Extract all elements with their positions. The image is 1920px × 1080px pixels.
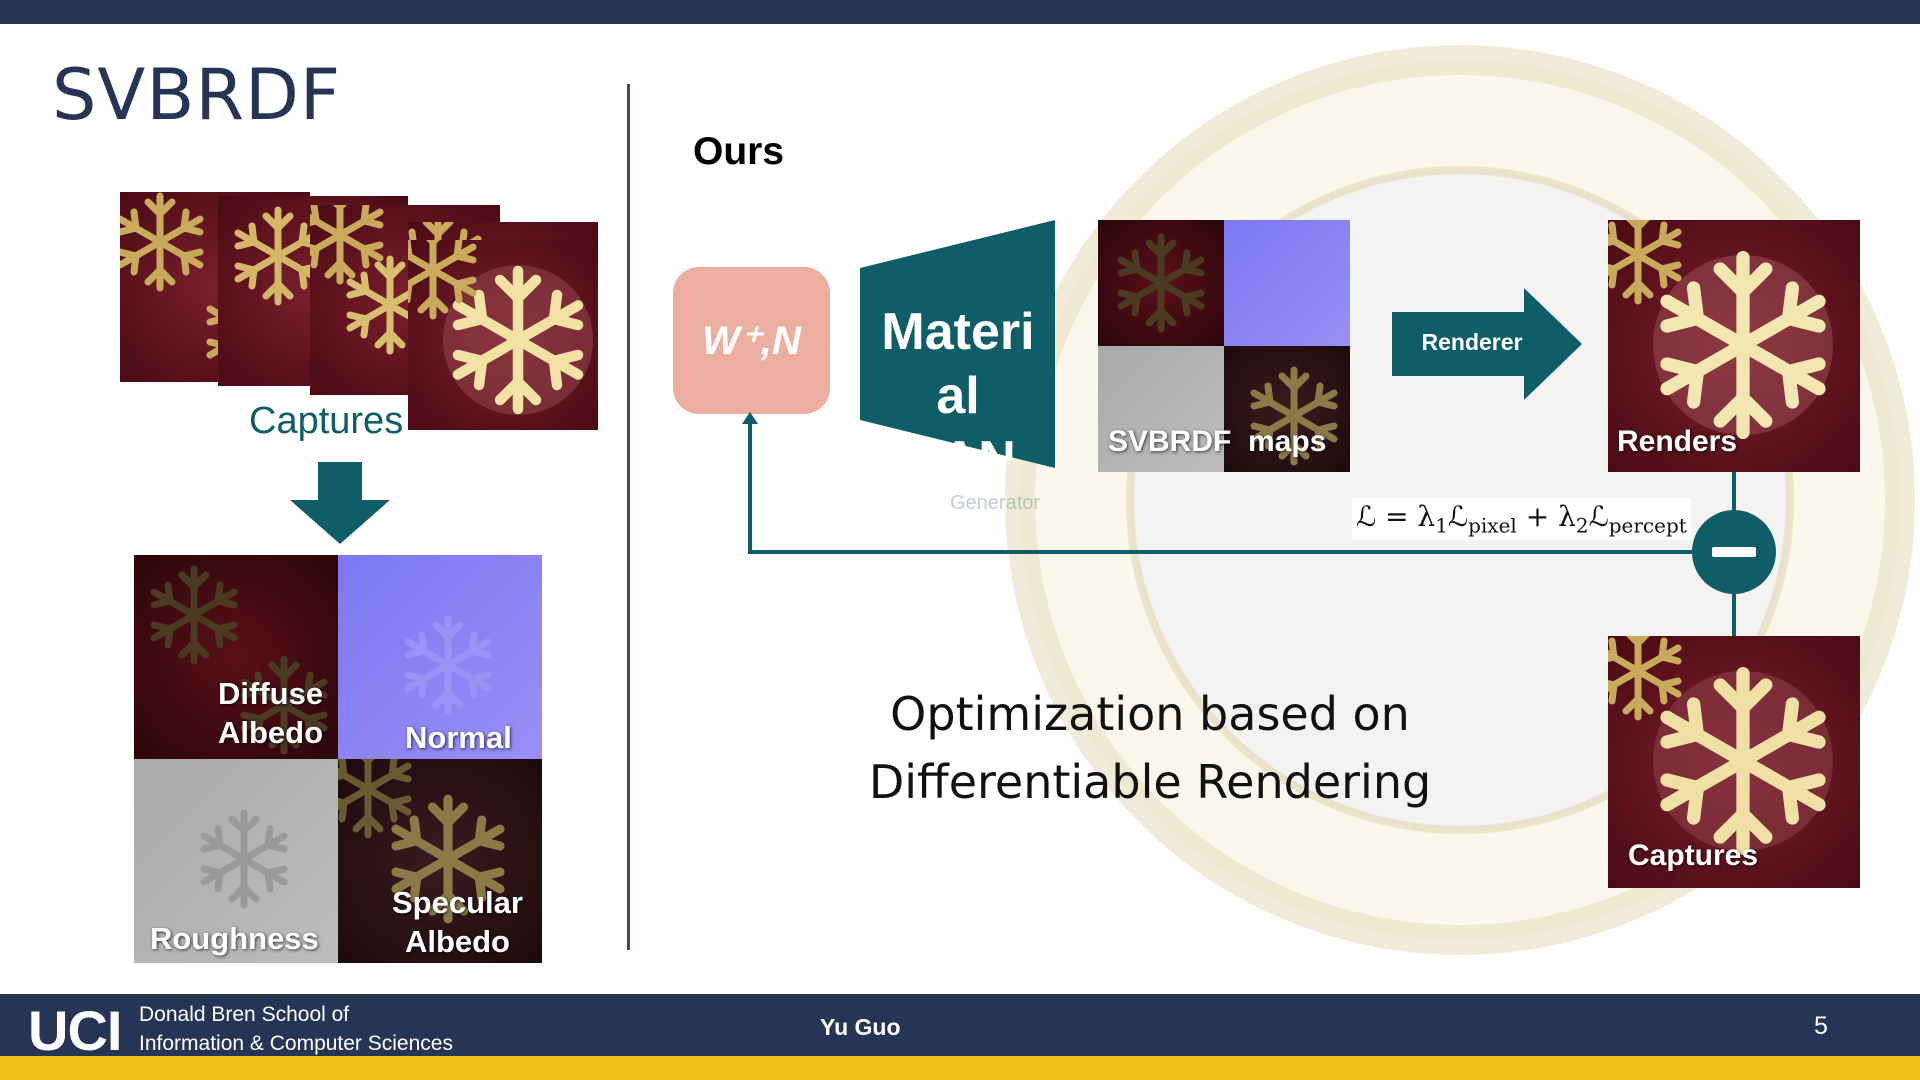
school-name: Donald Bren School of Information & Comp… xyxy=(139,1000,453,1058)
loss-term-1: ℒ xyxy=(1447,500,1469,533)
loss-sub-2: 2 xyxy=(1575,513,1589,538)
loss-sub-pixel: pixel xyxy=(1468,513,1517,538)
uci-logo: UCI xyxy=(28,999,122,1062)
loss-sub-percept: percept xyxy=(1608,513,1687,538)
minus-icon xyxy=(1692,510,1776,594)
author-name: Yu Guo xyxy=(820,1014,901,1040)
loss-plus: + λ xyxy=(1516,500,1576,533)
caption-line-2: Differentiable Rendering xyxy=(868,755,1432,809)
loss-sub-1: 1 xyxy=(1435,513,1448,538)
school-line-1: Donald Bren School of xyxy=(139,1003,350,1026)
loss-term-2: ℒ xyxy=(1588,500,1609,533)
caption-line-1: Optimization based on xyxy=(890,687,1410,741)
feedback-loop-lines xyxy=(742,412,1736,636)
loss-equation: ℒ = λ1ℒpixel + λ2ℒpercept xyxy=(1352,498,1691,540)
footer-gold-stripe xyxy=(0,1056,1920,1080)
page-number: 5 xyxy=(1814,1012,1828,1040)
school-line-2: Information & Computer Sciences xyxy=(139,1032,453,1055)
optimization-caption: Optimization based on Differentiable Ren… xyxy=(860,680,1440,816)
loss-lhs: ℒ = λ xyxy=(1356,500,1436,533)
